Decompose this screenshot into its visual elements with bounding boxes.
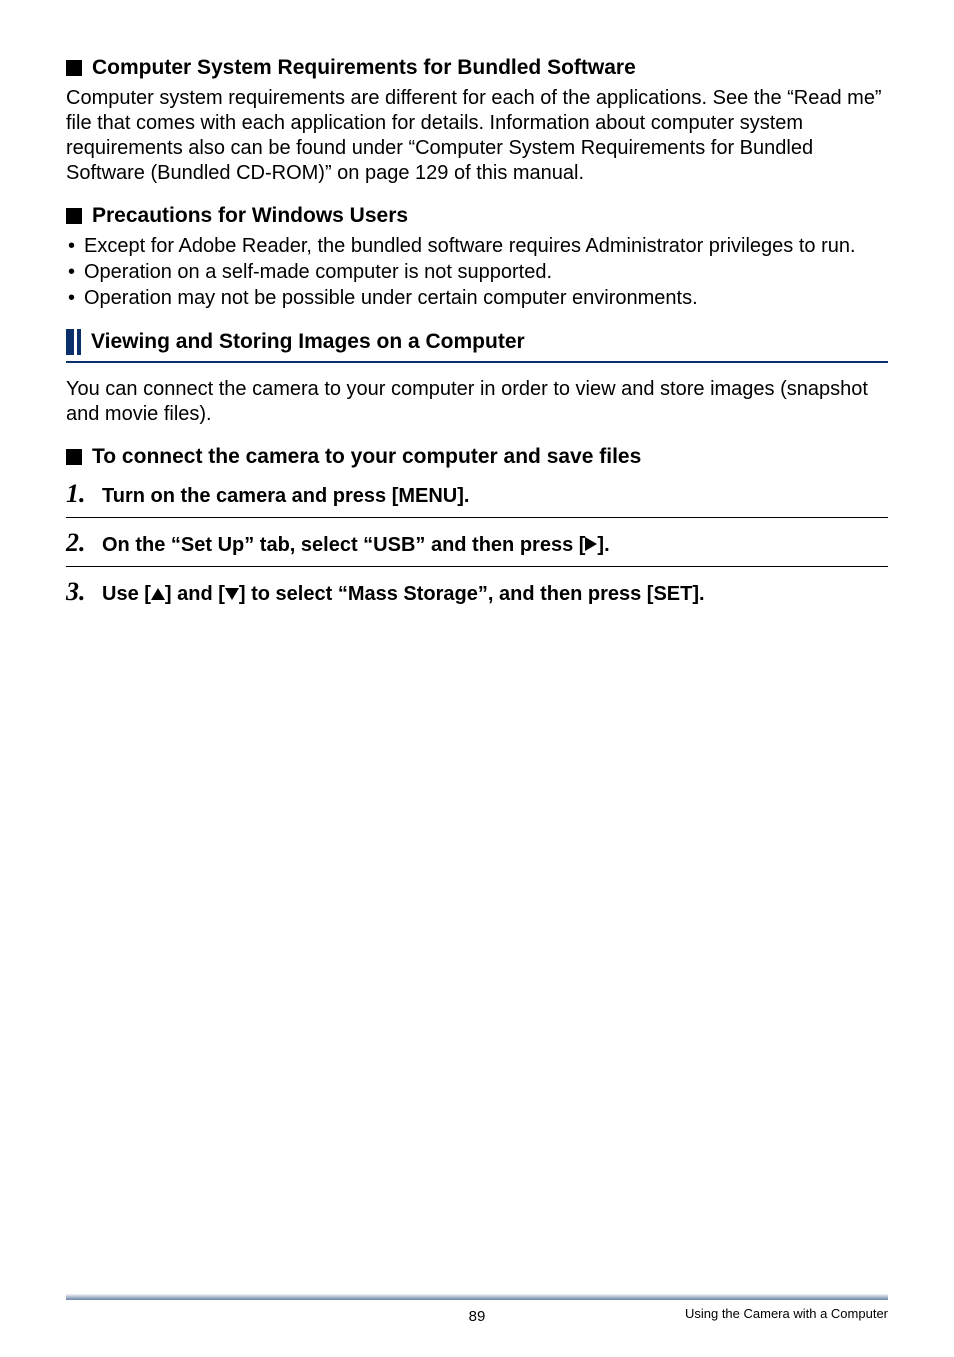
step-text: Use [ ] and [ ] to select “Mass Storage”, …: [102, 583, 705, 606]
step-text-c: ] to select “Mass Storage”, and then pre…: [239, 583, 705, 606]
precautions-list: Except for Adobe Reader, the bundled sof…: [66, 234, 888, 311]
step-text-b: ] and [: [165, 583, 225, 606]
step-text: Turn on the camera and press [MENU].: [102, 485, 469, 508]
section-title: Viewing and Storing Images on a Computer: [91, 330, 525, 354]
step-text-a: Use [: [102, 583, 151, 606]
list-item: Operation on a self-made computer is not…: [66, 260, 888, 285]
square-bullet-icon: [66, 60, 82, 76]
step-text-pre: On the “Set Up” tab, select “USB” and th…: [102, 534, 585, 557]
list-item: Operation may not be possible under cert…: [66, 286, 888, 311]
heading-text: To connect the camera to your computer a…: [92, 445, 641, 469]
section-bar-icon: [77, 329, 81, 355]
page-number: 89: [469, 1308, 486, 1325]
heading-bundled-software: Computer System Requirements for Bundled…: [66, 56, 888, 80]
triangle-right-icon: [585, 537, 597, 551]
step-number: 2.: [66, 528, 94, 558]
heading-precautions: Precautions for Windows Users: [66, 204, 888, 228]
footer-rule: [66, 1294, 888, 1300]
heading-text: Computer System Requirements for Bundled…: [92, 56, 636, 80]
list-item: Except for Adobe Reader, the bundled sof…: [66, 234, 888, 259]
heading-text: Precautions for Windows Users: [92, 204, 408, 228]
footer-section-label: Using the Camera with a Computer: [685, 1306, 888, 1321]
triangle-up-icon: [151, 588, 165, 600]
step-3: 3. Use [ ] and [ ] to select “Mass Storage…: [66, 577, 888, 607]
section-heading-viewing: Viewing and Storing Images on a Computer: [66, 329, 888, 355]
body-paragraph-bundled: Computer system requirements are differe…: [66, 86, 888, 186]
step-text: On the “Set Up” tab, select “USB” and th…: [102, 534, 610, 557]
square-bullet-icon: [66, 449, 82, 465]
section-intro: You can connect the camera to your compu…: [66, 377, 888, 427]
step-number: 1.: [66, 479, 94, 509]
step-text-post: ].: [597, 534, 609, 557]
heading-connect-camera: To connect the camera to your computer a…: [66, 445, 888, 469]
section-underline: [66, 361, 888, 363]
section-bar-icon: [66, 329, 74, 355]
step-number: 3.: [66, 577, 94, 607]
triangle-down-icon: [225, 588, 239, 600]
step-2: 2. On the “Set Up” tab, select “USB” and…: [66, 528, 888, 558]
step-separator: [66, 517, 888, 518]
step-separator: [66, 566, 888, 567]
step-1: 1. Turn on the camera and press [MENU].: [66, 479, 888, 509]
square-bullet-icon: [66, 208, 82, 224]
